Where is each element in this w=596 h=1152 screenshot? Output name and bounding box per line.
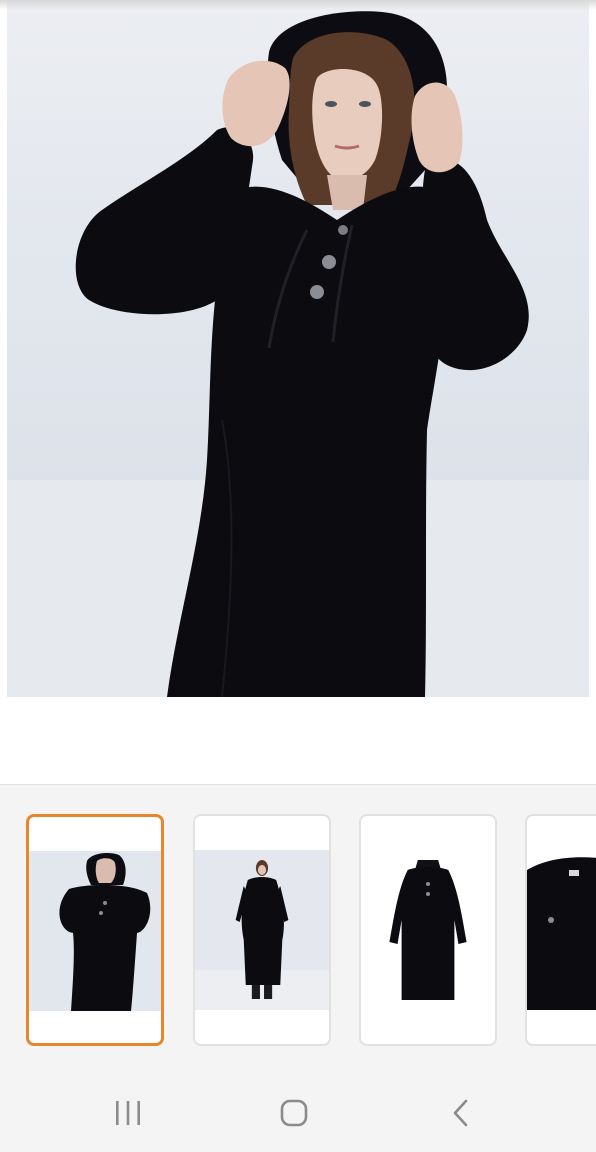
product-gallery-screen <box>0 0 596 1152</box>
main-product-image[interactable] <box>7 0 589 697</box>
thumbnail-strip[interactable] <box>0 784 596 1076</box>
home-button[interactable] <box>264 1090 324 1136</box>
status-shadow <box>0 0 596 10</box>
thumbnail-flat-lay[interactable] <box>359 814 497 1046</box>
thumbnail-image <box>29 851 161 1011</box>
thumbnail-front-hood-up[interactable] <box>26 814 164 1046</box>
recents-icon <box>116 1101 140 1125</box>
back-icon <box>453 1099 468 1127</box>
thumbnail-full-length[interactable] <box>193 814 331 1046</box>
thumbnail-image <box>195 850 329 1010</box>
recents-button[interactable] <box>98 1090 158 1136</box>
thumbnail-detail-closeup[interactable] <box>525 814 596 1046</box>
thumbnail-image <box>527 850 596 1010</box>
model-photo <box>7 11 589 697</box>
thumbnail-image <box>361 850 495 1010</box>
home-icon <box>280 1099 308 1127</box>
system-nav-bar <box>0 1076 596 1152</box>
back-button[interactable] <box>431 1090 491 1136</box>
